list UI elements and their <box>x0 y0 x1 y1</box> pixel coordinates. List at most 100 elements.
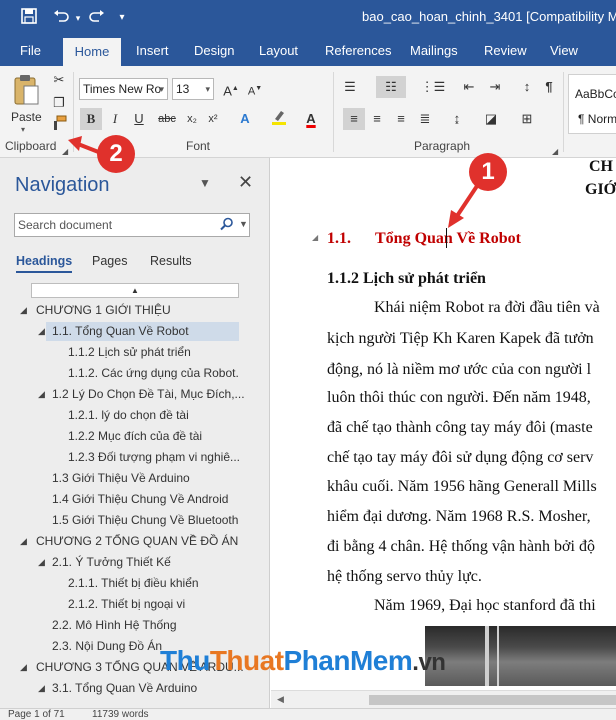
tree-item[interactable]: 1.2.1. lý do chọn đề tài <box>0 405 269 426</box>
tab-design[interactable]: Design <box>186 36 242 66</box>
heading-tree: ◢ CHƯƠNG 1 GIỚI THIỆU ◢ 1.1. Tổng Quan Về … <box>0 300 269 699</box>
tab-mailings[interactable]: Mailings <box>402 36 466 66</box>
justify-icon[interactable]: ≣ <box>414 108 436 130</box>
align-right-icon[interactable]: ≡ <box>390 108 412 130</box>
tree-item[interactable]: 2.1.2. Thiết bị ngoại vi <box>0 594 269 615</box>
font-size-select[interactable]: 13 ▾ <box>172 78 214 100</box>
superscript-button[interactable]: x² <box>202 108 224 130</box>
tree-item[interactable]: 1.2.2 Mục đích của đề tài <box>0 426 269 447</box>
collapse-icon[interactable]: ◢ <box>38 321 45 342</box>
tree-item[interactable]: ◢ 1.1. Tổng Quan Về Robot <box>0 321 269 342</box>
word-count[interactable]: 11739 words <box>92 709 149 720</box>
paragraph-dialog-launcher-icon[interactable]: ◢ <box>552 147 558 156</box>
decrease-indent-icon[interactable]: ⇤ <box>458 76 480 98</box>
tab-references[interactable]: References <box>317 36 399 66</box>
tree-item[interactable]: ◢ CHƯƠNG 2 TỔNG QUAN VỀ ĐỒ ÁN <box>0 531 269 552</box>
tree-item[interactable]: ◢ 3.1. Tổng Quan Về Arduino <box>0 678 269 699</box>
document-page[interactable]: CH GIỚ ◢ 1.1. Tổng Quan Về Robot 1.1.2 L… <box>271 158 616 708</box>
undo-icon[interactable] <box>50 7 72 29</box>
font-family-select[interactable]: Times New Ro ▾ <box>79 78 168 100</box>
sort-icon[interactable]: ↕ <box>516 76 538 98</box>
tree-item[interactable]: 1.5 Giới Thiệu Chung Về Bluetooth <box>0 510 269 531</box>
font-color-icon[interactable]: A <box>300 108 322 130</box>
tree-item-label: 2.1.2. Thiết bị ngoại vi <box>68 597 186 611</box>
clipboard-dialog-launcher-icon[interactable]: ◢ <box>62 147 68 156</box>
body-line: hiểm đại dương. Năm 1968 R.S. Mosher, <box>327 508 591 525</box>
heading-1-number: 1.1. <box>327 230 351 247</box>
redo-icon[interactable] <box>86 7 108 29</box>
strikethrough-button[interactable]: abc <box>154 108 180 130</box>
tab-home[interactable]: Home <box>63 38 121 66</box>
collapse-icon[interactable]: ◢ <box>20 300 27 321</box>
shading-icon[interactable]: ◪ <box>480 108 502 130</box>
tree-item[interactable]: ◢ CHƯƠNG 1 GIỚI THIỆU <box>0 300 269 321</box>
tab-headings[interactable]: Headings <box>16 254 73 273</box>
scroll-left-icon[interactable]: ◀ <box>277 694 284 705</box>
collapse-icon[interactable]: ◢ <box>20 657 27 678</box>
tree-item[interactable]: 2.2. Mô Hình Hệ Thống <box>0 615 269 636</box>
customize-quick-access-icon[interactable]: ▾ <box>114 7 130 29</box>
tree-item-label: 1.1. Tổng Quan Về Robot <box>52 324 189 338</box>
collapse-icon[interactable]: ◢ <box>38 384 45 405</box>
collapse-icon[interactable]: ◢ <box>38 678 45 699</box>
watermark-logo: ThuThuatPhanMem.vn <box>160 645 446 677</box>
collapse-icon[interactable]: ◢ <box>38 552 45 573</box>
numbering-icon[interactable]: ☷ <box>376 76 406 98</box>
format-painter-icon[interactable] <box>48 115 70 137</box>
search-box: ▼ <box>14 213 250 237</box>
search-input[interactable] <box>18 217 208 233</box>
bold-button[interactable]: B <box>80 108 102 130</box>
underline-button[interactable]: U <box>128 108 150 130</box>
highlight-color-icon[interactable] <box>268 108 290 130</box>
tree-item[interactable]: 1.2.3 Đối tượng phạm vi nghiê... <box>0 447 269 468</box>
collapse-heading-icon[interactable]: ◢ <box>312 233 318 242</box>
clipboard-group-label: Clipboard <box>5 139 57 153</box>
subscript-button[interactable]: x₂ <box>181 108 203 130</box>
borders-icon[interactable]: ⊞ <box>516 108 538 130</box>
copy-icon[interactable]: ❐ <box>48 92 70 114</box>
tree-item-label: 2.2. Mô Hình Hệ Thống <box>52 618 177 632</box>
grow-font-icon[interactable]: A▲ <box>220 78 242 100</box>
cut-icon[interactable]: ✂ <box>48 69 70 91</box>
tab-insert[interactable]: Insert <box>128 36 177 66</box>
style-normal[interactable]: AaBbCc ¶ Normal <box>568 74 616 134</box>
tree-item[interactable]: 1.1.2 Lịch sử phát triển <box>0 342 269 363</box>
multilevel-list-icon[interactable]: ⋮☰ <box>418 76 448 98</box>
font-size-value: 13 <box>176 82 190 96</box>
line-spacing-icon[interactable]: ↨ <box>446 108 468 130</box>
text-effects-icon[interactable]: A <box>234 108 256 130</box>
search-icon[interactable] <box>220 217 234 234</box>
horizontal-scrollbar[interactable]: ◀ <box>271 690 616 708</box>
tree-item-label: 1.1.2 Lịch sử phát triển <box>68 345 191 359</box>
tab-view[interactable]: View <box>542 36 586 66</box>
tree-item[interactable]: ◢ 2.1. Ý Tưởng Thiết Kế <box>0 552 269 573</box>
tab-layout[interactable]: Layout <box>251 36 306 66</box>
show-formatting-button[interactable]: ¶ <box>538 76 560 98</box>
watermark-part: Thuat <box>209 645 284 676</box>
tab-review[interactable]: Review <box>476 36 535 66</box>
align-left-icon[interactable]: ≡ <box>343 108 365 130</box>
tree-item[interactable]: 1.3 Giới Thiệu Về Arduino <box>0 468 269 489</box>
search-options-icon[interactable]: ▼ <box>239 219 248 229</box>
tab-results[interactable]: Results <box>150 254 192 268</box>
undo-dropdown-icon[interactable]: ▾ <box>72 7 84 29</box>
shrink-font-icon[interactable]: A▼ <box>244 78 266 100</box>
save-icon[interactable] <box>18 7 40 29</box>
tree-item[interactable]: ◢ 1.2 Lý Do Chọn Đề Tài, Mục Đích,... <box>0 384 269 405</box>
tree-item[interactable]: 1.1.2. Các ứng dụng của Robot. <box>0 363 269 384</box>
tab-file[interactable]: File <box>12 36 49 66</box>
tree-item[interactable]: 1.4 Giới Thiệu Chung Về Android <box>0 489 269 510</box>
scroll-thumb[interactable] <box>369 695 616 705</box>
close-icon[interactable]: ✕ <box>238 172 253 193</box>
tab-pages[interactable]: Pages <box>92 254 127 268</box>
increase-indent-icon[interactable]: ⇥ <box>484 76 506 98</box>
collapse-icon[interactable]: ◢ <box>20 531 27 552</box>
page-count[interactable]: Page 1 of 71 <box>8 709 65 720</box>
italic-button[interactable]: I <box>104 108 126 130</box>
paste-button[interactable]: Paste ▾ <box>6 72 46 134</box>
scroll-up-button[interactable]: ▲ <box>31 283 239 298</box>
navigation-options-icon[interactable]: ▼ <box>199 176 211 190</box>
bullets-icon[interactable]: ☰ <box>339 76 361 98</box>
tree-item[interactable]: 2.1.1. Thiết bị điều khiển <box>0 573 269 594</box>
align-center-icon[interactable]: ≡ <box>366 108 388 130</box>
